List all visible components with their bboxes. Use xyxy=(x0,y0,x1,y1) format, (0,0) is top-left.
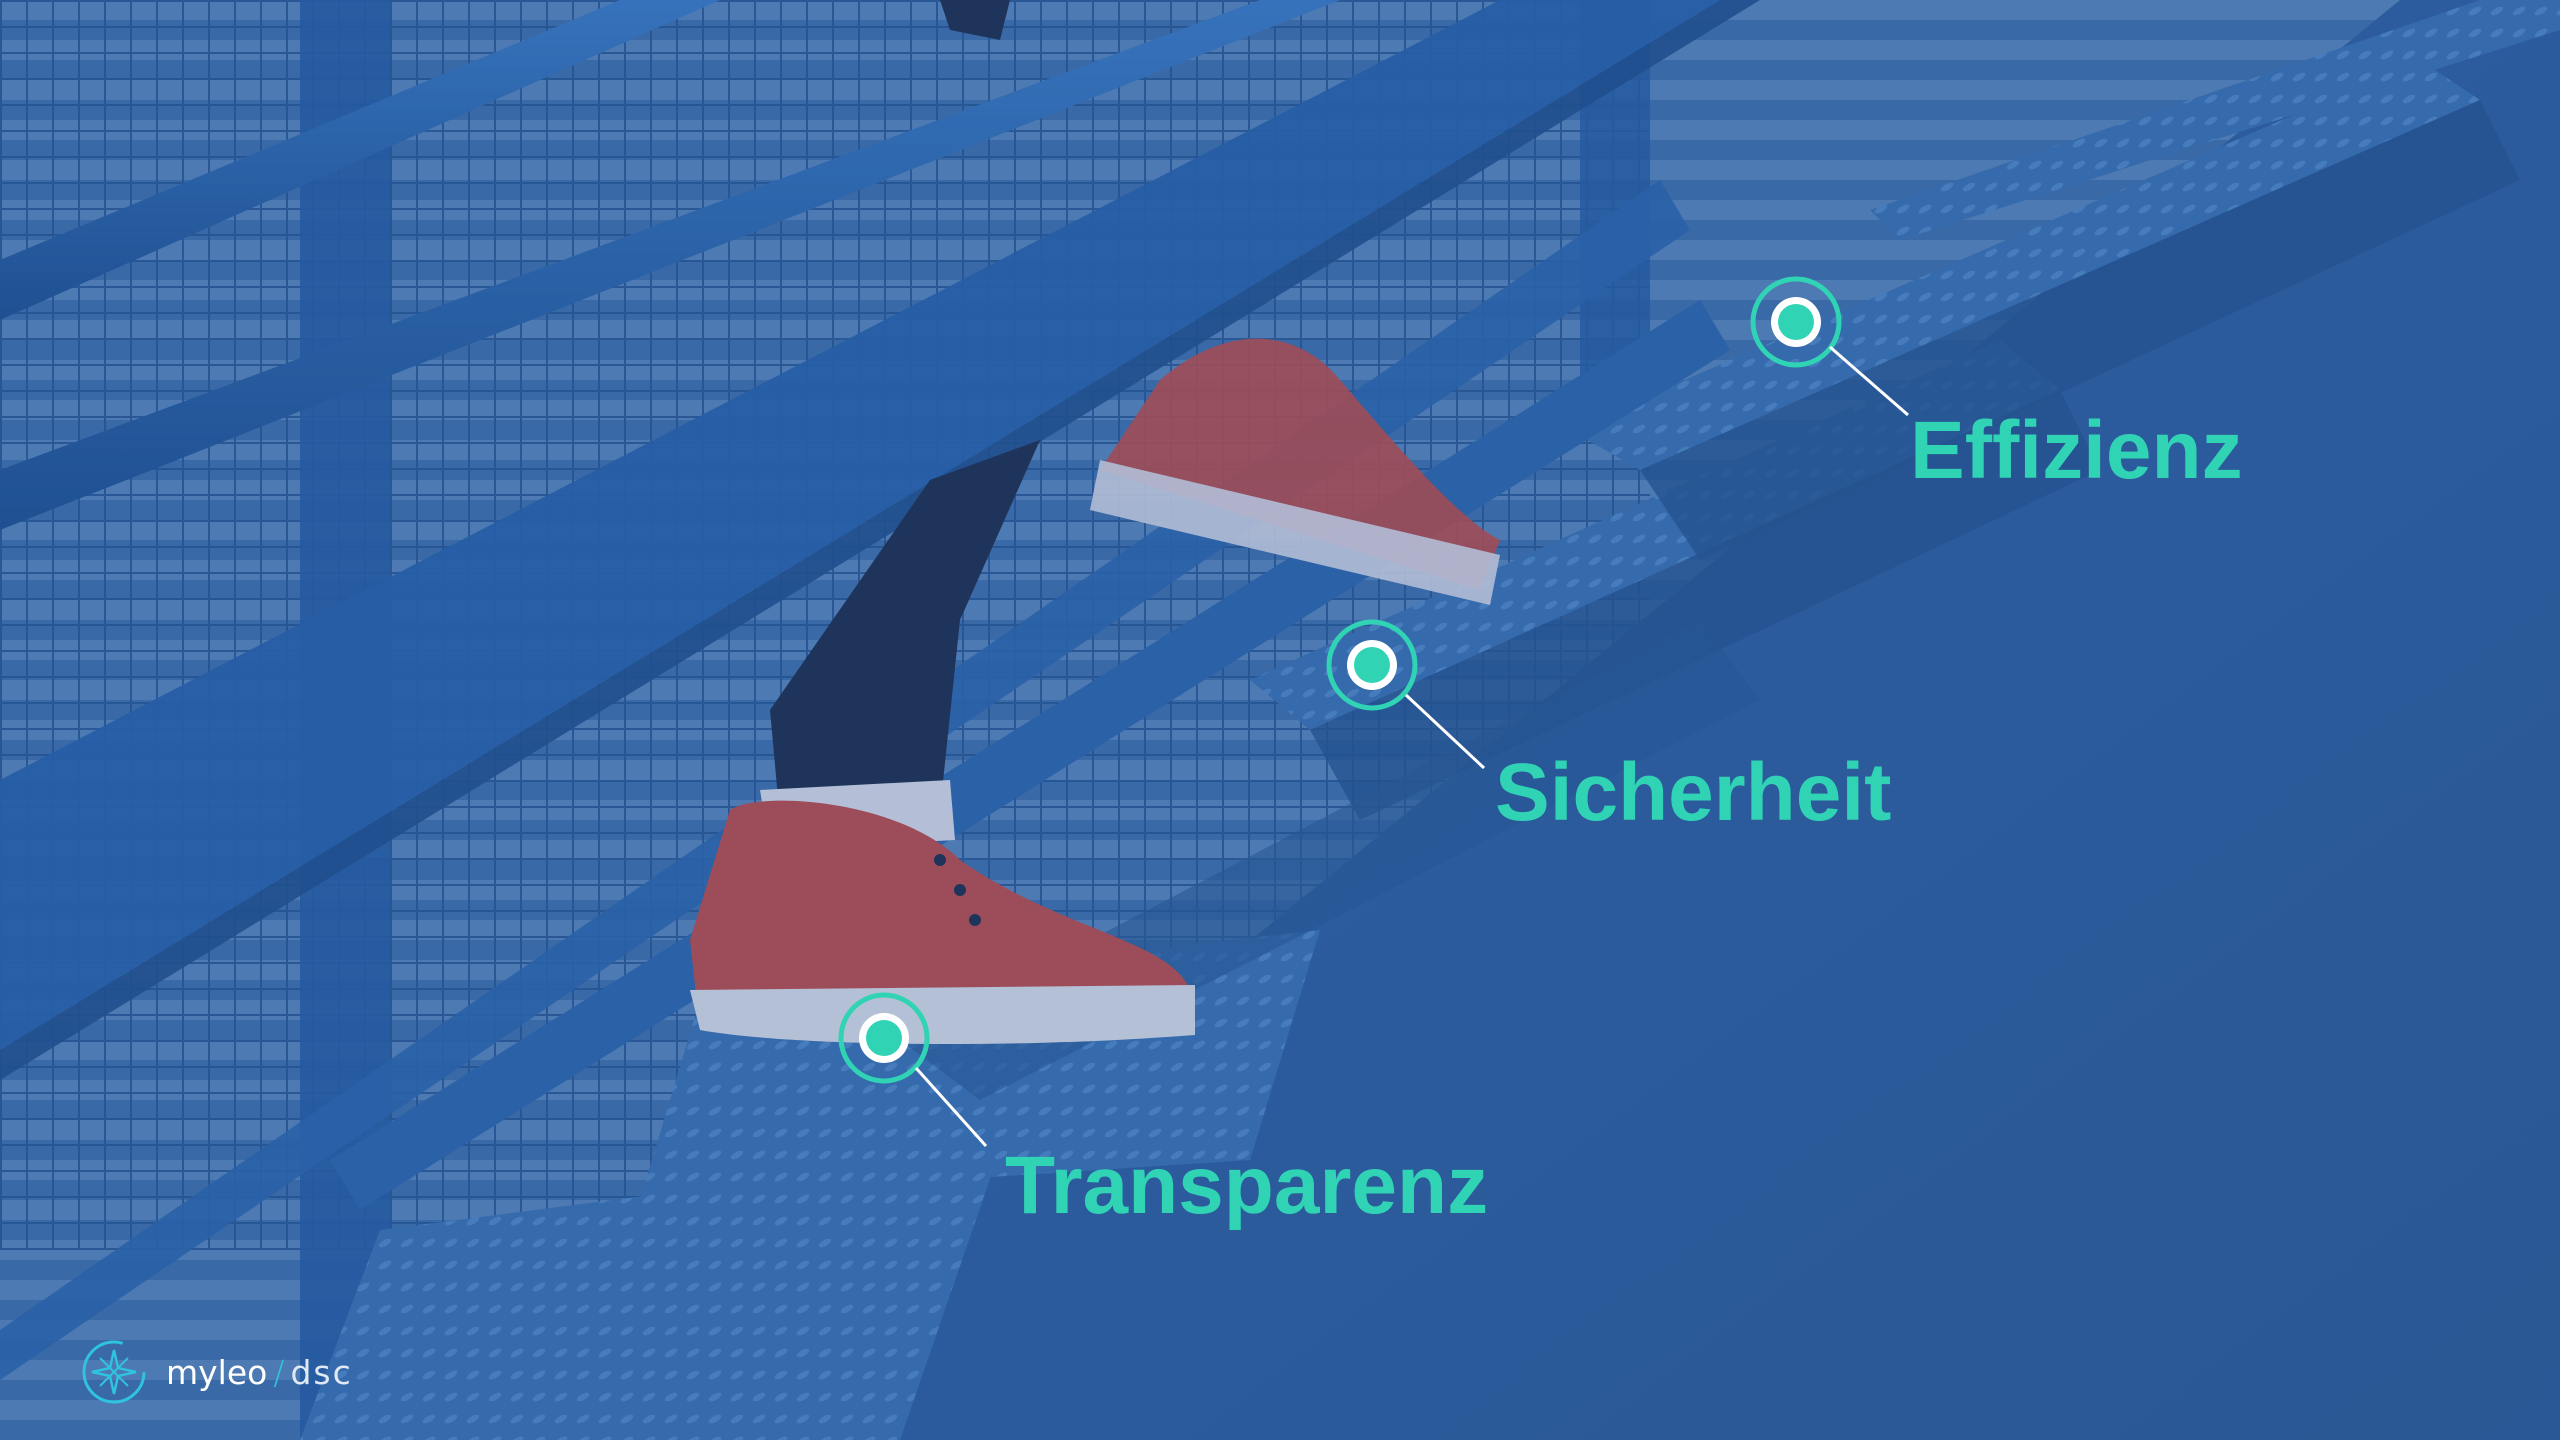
hotspot-label-sicherheit[interactable]: Sicherheit xyxy=(1495,752,1891,834)
brand-product: dsc xyxy=(290,1352,353,1392)
brand-name: myleo xyxy=(166,1352,268,1392)
brand-logo: myleo / dsc xyxy=(78,1336,353,1408)
slide: Effizienz Sicherheit Transparenz myleo / d… xyxy=(0,0,2560,1440)
compass-star-icon xyxy=(82,1340,146,1404)
hotspot-label-effizienz[interactable]: Effizienz xyxy=(1910,410,2243,492)
brand-separator: / xyxy=(273,1352,285,1392)
brand-wordmark: myleo / dsc xyxy=(166,1353,353,1392)
hotspot-label-transparenz[interactable]: Transparenz xyxy=(1005,1145,1488,1227)
